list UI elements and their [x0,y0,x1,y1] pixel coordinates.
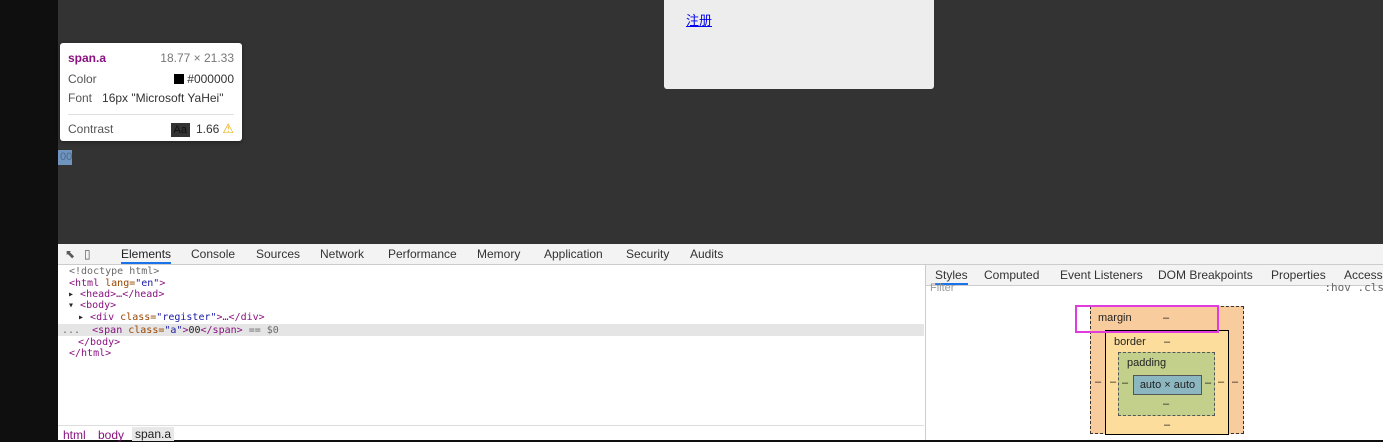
expand-arrow-icon[interactable]: ▸ [78,312,90,323]
span-line[interactable]: ... <span class="a">00</span> == $0 [62,325,279,336]
span-text-node: 00 [188,325,201,336]
body-close-line[interactable]: </body> [78,337,120,348]
tooltip-contrast-label: Contrast [68,122,114,136]
margin-highlight-box [1075,305,1219,333]
padding-label: padding [1127,357,1167,369]
sidebar-tabbar: Styles Computed Event Listeners DOM Brea… [926,265,1383,286]
body-close-tag: </body> [78,337,121,348]
doctype-text: <!doctype html> [69,266,160,277]
border-top-value[interactable]: – [1164,336,1170,348]
tab-sources[interactable]: Sources [256,247,300,264]
warning-icon: ⚠ [222,121,234,136]
tab-application[interactable]: Application [544,247,603,264]
tooltip-color-label: Color [68,72,97,86]
tab-dom-breakpoints[interactable]: DOM Breakpoints [1158,268,1253,282]
tooltip-dimensions: 18.77 × 21.33 [160,51,234,65]
tooltip-separator [68,114,234,115]
border-left-value[interactable]: – [1110,376,1116,388]
expand-arrow-icon[interactable]: ▸ [68,289,80,300]
register-box: 注册 [664,0,934,89]
tooltip-color-value-wrap: #000000 [174,72,234,86]
margin-right-value[interactable]: – [1232,376,1238,388]
left-gutter [0,0,58,440]
tooltip-contrast-value: 1.66 [195,122,220,136]
tooltip-selector: span.a [68,51,107,65]
tab-event-listeners[interactable]: Event Listeners [1060,268,1143,282]
span-attr-val: "a" [164,325,183,336]
span-tag: <span [92,325,123,336]
breadcrumb-span[interactable]: span.a [132,427,175,441]
device-toolbar-icon[interactable]: ▯ [84,247,91,261]
devtools-panel: ⬉ ▯ Elements Console Sources Network Per… [58,244,1383,442]
contrast-sample: Aa [170,123,190,137]
dollar-zero: == $0 [242,325,279,336]
tab-console[interactable]: Console [191,247,235,264]
tab-computed[interactable]: Computed [984,268,1039,282]
ellipsis-icon[interactable]: ... [62,325,80,336]
html-attr: lang= [99,278,136,289]
inspected-span-text: 00 [60,151,73,163]
body-open-line[interactable]: ▾ <body> [68,300,116,311]
register-link[interactable]: 注册 [686,10,712,29]
tab-network[interactable]: Network [320,247,364,264]
styles-filter-input[interactable]: Filter [930,282,954,294]
color-swatch [174,74,185,84]
tooltip-font-value: 16px "Microsoft YaHei" [102,91,224,105]
tab-memory[interactable]: Memory [477,247,520,264]
tab-audits[interactable]: Audits [690,247,723,264]
box-model-padding: padding – – – auto × auto [1118,352,1215,416]
page-viewport: 注册 [58,0,1383,244]
border-bottom-value[interactable]: – [1164,419,1170,431]
head-tag: <head>…</head> [80,289,165,300]
tooltip-color-value: #000000 [187,72,234,86]
div-tag: <div [90,312,115,323]
inspect-tooltip: span.a 18.77 × 21.33 Color #000000 Font … [60,43,242,141]
html-close-tag: </html> [69,348,112,359]
head-line[interactable]: ▸ <head>…</head> [68,289,164,300]
div-attr-val: "register" [156,312,217,323]
elements-tree: <!doctype html> <html lang="en"> ▸ <head… [58,265,924,425]
div-rest: >…</div> [216,312,265,323]
tab-accessibility[interactable]: Accessi [1344,268,1383,282]
div-line[interactable]: ▸ <div class="register">…</div> [78,312,265,323]
tab-properties[interactable]: Properties [1271,268,1326,282]
border-right-value[interactable]: – [1218,376,1224,388]
devtools-tabbar: ⬉ ▯ Elements Console Sources Network Per… [58,244,1383,265]
margin-left-value[interactable]: – [1095,376,1101,388]
tab-performance[interactable]: Performance [388,247,457,264]
breadcrumb: html body span.a [58,425,924,442]
html-gt: > [159,278,166,289]
doctype-line[interactable]: <!doctype html> [69,266,159,277]
box-model-content[interactable]: auto × auto [1133,375,1202,395]
padding-left-value[interactable]: – [1122,377,1128,389]
padding-right-value[interactable]: – [1205,377,1211,389]
styles-sidebar: Styles Computed Event Listeners DOM Brea… [925,265,1383,440]
border-label: border [1114,336,1146,348]
tooltip-font-label: Font [68,91,93,105]
tab-elements[interactable]: Elements [121,247,172,264]
span-close: </span> [200,325,243,336]
tooltip-contrast-wrap: Aa 1.66 ⚠ [170,121,234,137]
hov-cls-toggle[interactable]: :hov .cls [1324,281,1383,294]
collapse-arrow-icon[interactable]: ▾ [68,300,80,311]
html-tag: <html [69,278,100,289]
html-attr-val: "en" [135,278,160,289]
inspect-element-icon[interactable]: ⬉ [65,247,75,261]
box-model-border: border – – – – padding – – – auto × auto [1105,330,1229,435]
div-attr: class= [114,312,157,323]
span-attr: class= [122,325,165,336]
html-close-line[interactable]: </html> [69,348,111,359]
body-tag: <body> [80,300,117,311]
html-open-line[interactable]: <html lang="en"> [69,278,165,289]
padding-bottom-value[interactable]: – [1163,398,1169,410]
tab-security[interactable]: Security [626,247,669,264]
